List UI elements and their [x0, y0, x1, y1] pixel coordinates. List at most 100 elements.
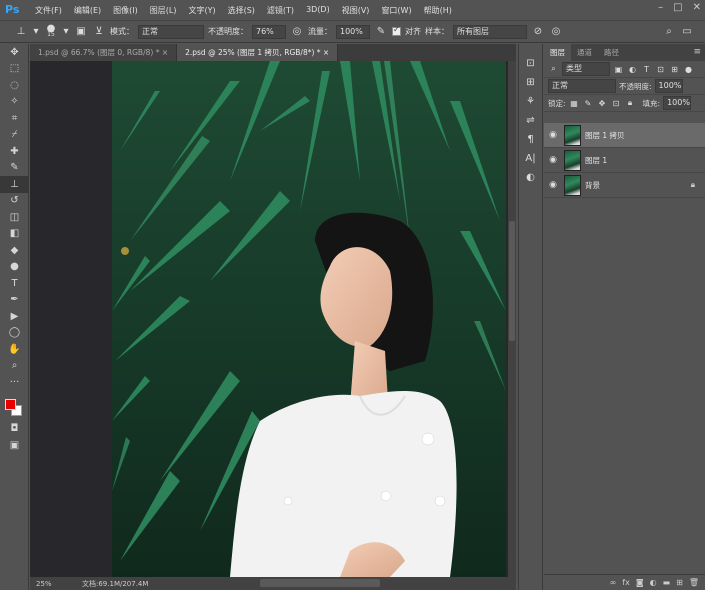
- layer-name[interactable]: 背景: [585, 180, 600, 191]
- new-layer-icon[interactable]: ⊞: [676, 578, 683, 587]
- tab-document-2[interactable]: 2.psd @ 25% (图层 1 拷贝, RGB/8*) * ×: [177, 44, 339, 61]
- layer-row[interactable]: ◉ 图层 1 拷贝: [544, 123, 705, 148]
- properties-panel-icon[interactable]: ⊞: [519, 73, 542, 92]
- add-mask-icon[interactable]: ◙: [636, 578, 644, 587]
- lock-transparent-icon[interactable]: ▦: [569, 98, 580, 109]
- workspace-icon[interactable]: ▭: [680, 25, 694, 39]
- minimize-icon[interactable]: –: [658, 2, 663, 13]
- crop-tool-icon[interactable]: ⌗: [0, 110, 29, 127]
- layer-style-icon[interactable]: fx: [622, 578, 630, 587]
- filter-kind-select[interactable]: 类型: [562, 62, 610, 76]
- horizontal-scroll-thumb[interactable]: [260, 579, 380, 587]
- layer-opacity-input[interactable]: 100%: [654, 79, 683, 93]
- mode-select[interactable]: 正常: [138, 24, 204, 39]
- align-checkbox[interactable]: [392, 25, 401, 36]
- lock-all-icon[interactable]: 🔒︎: [625, 98, 636, 109]
- document-size[interactable]: 文档:69.1M/207.4M: [70, 579, 148, 589]
- quick-mask-icon[interactable]: ◘: [0, 421, 29, 438]
- menu-help[interactable]: 帮助(H): [418, 5, 458, 16]
- history-brush-tool-icon[interactable]: ↺: [0, 193, 29, 210]
- eyedropper-tool-icon[interactable]: ⌿: [0, 127, 29, 144]
- menu-3d[interactable]: 3D(D): [300, 5, 336, 16]
- lock-artboard-icon[interactable]: ⊡: [611, 98, 622, 109]
- marquee-tool-icon[interactable]: ⬚: [0, 61, 29, 78]
- sample-select[interactable]: 所有图层: [453, 24, 527, 39]
- menu-edit[interactable]: 编辑(E): [68, 5, 107, 16]
- brush-panel-icon[interactable]: ⚘: [519, 92, 542, 111]
- zoom-tool-icon[interactable]: ⌕: [0, 358, 29, 375]
- character-panel-icon[interactable]: A|: [519, 149, 542, 168]
- zoom-level[interactable]: 25%: [30, 580, 70, 588]
- styles-panel-icon[interactable]: ◐: [519, 168, 542, 187]
- menu-layer[interactable]: 图层(L): [144, 5, 183, 16]
- smart-object-filter-icon[interactable]: ⊞: [669, 64, 680, 75]
- chevron-down-icon[interactable]: ▾: [62, 25, 70, 39]
- gradient-tool-icon[interactable]: ◧: [0, 226, 29, 243]
- foreground-color-swatch[interactable]: [5, 398, 16, 410]
- tab-document-1[interactable]: 1.psd @ 66.7% (图层 0, RGB/8) * ×: [30, 44, 178, 61]
- layer-name[interactable]: 图层 1: [585, 155, 607, 166]
- maximize-icon[interactable]: □: [673, 2, 682, 13]
- brush-preset-icon[interactable]: ● 15: [44, 23, 58, 39]
- ignore-adjustment-layers-icon[interactable]: ⊘: [531, 25, 545, 39]
- blend-mode-select[interactable]: 正常: [548, 79, 616, 93]
- history-panel-icon[interactable]: ⊡: [519, 54, 542, 73]
- paragraph-panel-icon[interactable]: ¶: [519, 130, 542, 149]
- filter-toggle-icon[interactable]: ●: [683, 64, 694, 75]
- document-canvas[interactable]: [30, 61, 508, 577]
- menu-type[interactable]: 文字(Y): [182, 5, 221, 16]
- layer-row[interactable]: ◉ 背景 🔒︎: [544, 173, 705, 198]
- flow-input[interactable]: 100%: [336, 24, 370, 39]
- type-tool-icon[interactable]: T: [0, 275, 29, 292]
- lock-position-icon[interactable]: ✥: [597, 98, 608, 109]
- vertical-scrollbar[interactable]: [508, 61, 516, 577]
- eraser-tool-icon[interactable]: ◫: [0, 209, 29, 226]
- pressure-size-icon[interactable]: ◎: [549, 25, 563, 39]
- toggle-brush-panel-icon[interactable]: ▣: [74, 25, 88, 39]
- close-icon[interactable]: ✕: [693, 2, 701, 13]
- eye-icon[interactable]: ◉: [544, 130, 562, 140]
- adjustments-panel-icon[interactable]: ⇌: [519, 111, 542, 130]
- shape-filter-icon[interactable]: ⊡: [655, 64, 666, 75]
- lock-pixels-icon[interactable]: ✎: [583, 98, 594, 109]
- clone-stamp-tool-icon[interactable]: ⊥: [0, 176, 29, 193]
- blur-tool-icon[interactable]: ◆: [0, 242, 29, 259]
- panel-menu-icon[interactable]: ≡: [693, 47, 701, 57]
- delete-layer-icon[interactable]: 🗑︎: [689, 578, 699, 587]
- canvas-photo[interactable]: [30, 61, 508, 577]
- menu-window[interactable]: 窗口(W): [375, 5, 417, 16]
- eye-icon[interactable]: ◉: [544, 155, 562, 165]
- new-group-icon[interactable]: ▬: [663, 578, 671, 587]
- menu-select[interactable]: 选择(S): [222, 5, 261, 16]
- pressure-opacity-icon[interactable]: ◎: [290, 25, 304, 39]
- move-tool-icon[interactable]: ✥: [0, 44, 29, 61]
- search-icon[interactable]: ⌕: [662, 25, 676, 39]
- shape-tool-icon[interactable]: ◯: [0, 325, 29, 342]
- eye-icon[interactable]: ◉: [544, 180, 562, 190]
- pen-tool-icon[interactable]: ✒: [0, 292, 29, 309]
- dodge-tool-icon[interactable]: ●: [0, 259, 29, 276]
- hand-tool-icon[interactable]: ✋: [0, 341, 29, 358]
- opacity-input[interactable]: 76%: [252, 24, 286, 39]
- menu-image[interactable]: 图像(I): [107, 5, 144, 16]
- clone-stamp-tool-icon[interactable]: ⊥: [14, 25, 28, 39]
- adjustment-layer-icon[interactable]: ◐: [650, 578, 657, 587]
- screen-mode-icon[interactable]: ▣: [0, 437, 29, 454]
- layer-row[interactable]: ◉ 图层 1: [544, 148, 705, 173]
- vertical-scroll-thumb[interactable]: [509, 221, 515, 341]
- type-filter-icon[interactable]: T: [641, 64, 652, 75]
- brush-tool-icon[interactable]: ✎: [0, 160, 29, 177]
- lasso-tool-icon[interactable]: ◌: [0, 77, 29, 94]
- fill-input[interactable]: 100%: [663, 96, 692, 110]
- quick-select-tool-icon[interactable]: ✧: [0, 94, 29, 111]
- menu-filter[interactable]: 滤镜(T): [261, 5, 300, 16]
- tab-paths[interactable]: 路径: [598, 44, 625, 61]
- tab-channels[interactable]: 通道: [571, 44, 598, 61]
- airbrush-icon[interactable]: ✎: [374, 25, 388, 39]
- chevron-down-icon[interactable]: ▾: [32, 25, 40, 39]
- menu-file[interactable]: 文件(F): [29, 5, 68, 16]
- pixel-filter-icon[interactable]: ▣: [613, 64, 624, 75]
- more-tools-icon[interactable]: ···: [0, 374, 29, 391]
- healing-brush-tool-icon[interactable]: ✚: [0, 143, 29, 160]
- clone-source-panel-icon[interactable]: ⊻: [92, 25, 106, 39]
